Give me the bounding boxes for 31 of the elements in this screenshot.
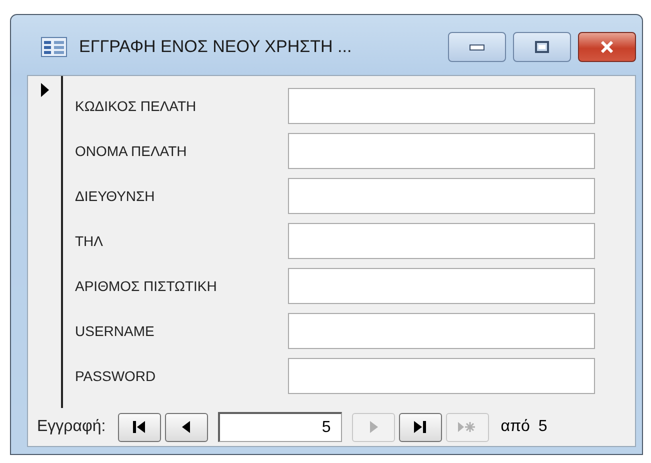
- first-record-button[interactable]: [118, 412, 161, 442]
- input-field[interactable]: [288, 358, 595, 394]
- minimize-icon: [469, 42, 485, 52]
- field-label: USERNAME: [75, 323, 156, 339]
- form-icon: [41, 37, 67, 57]
- field-label: ΚΩΔΙΚΟΣ ΠΕΛΑΤΗ: [75, 98, 198, 114]
- close-button[interactable]: [578, 32, 636, 62]
- skip-back-icon: [131, 419, 148, 435]
- field-label: PASSWORD: [75, 368, 157, 384]
- maximize-button[interactable]: [513, 32, 571, 62]
- field-label: ΑΡΙΘΜΟΣ ΠΙΣΤΩΤΙΚΗ: [75, 278, 218, 294]
- input-field[interactable]: [288, 313, 595, 349]
- record-label: Εγγραφή:: [37, 418, 106, 436]
- close-icon: [600, 41, 614, 53]
- field-label: ΟΝΟΜΑ ΠΕΛΑΤΗ: [75, 143, 188, 159]
- input-field[interactable]: [288, 88, 595, 124]
- minimize-button[interactable]: [448, 32, 506, 62]
- input-field[interactable]: [288, 178, 595, 214]
- skip-forward-icon: [412, 419, 428, 435]
- record-number-field[interactable]: 5: [218, 412, 342, 442]
- field-label: ΔΙΕΥΘΥΝΣΗ: [75, 188, 156, 204]
- input-field[interactable]: [288, 133, 595, 169]
- window-title: ΕΓΓΡΑΦΗ ΕΝΟΣ ΝΕΟΥ ΧΡΗΣΤΗ ...: [79, 37, 352, 57]
- input-field[interactable]: [288, 268, 595, 304]
- triangle-asterisk-icon: [457, 419, 478, 435]
- maximize-icon: [535, 41, 549, 53]
- previous-record-button[interactable]: [164, 412, 208, 442]
- record-count: από 5: [500, 418, 548, 436]
- input-field[interactable]: [288, 223, 595, 259]
- last-record-button[interactable]: [398, 412, 442, 442]
- field-label: ΤΗΛ: [75, 233, 104, 249]
